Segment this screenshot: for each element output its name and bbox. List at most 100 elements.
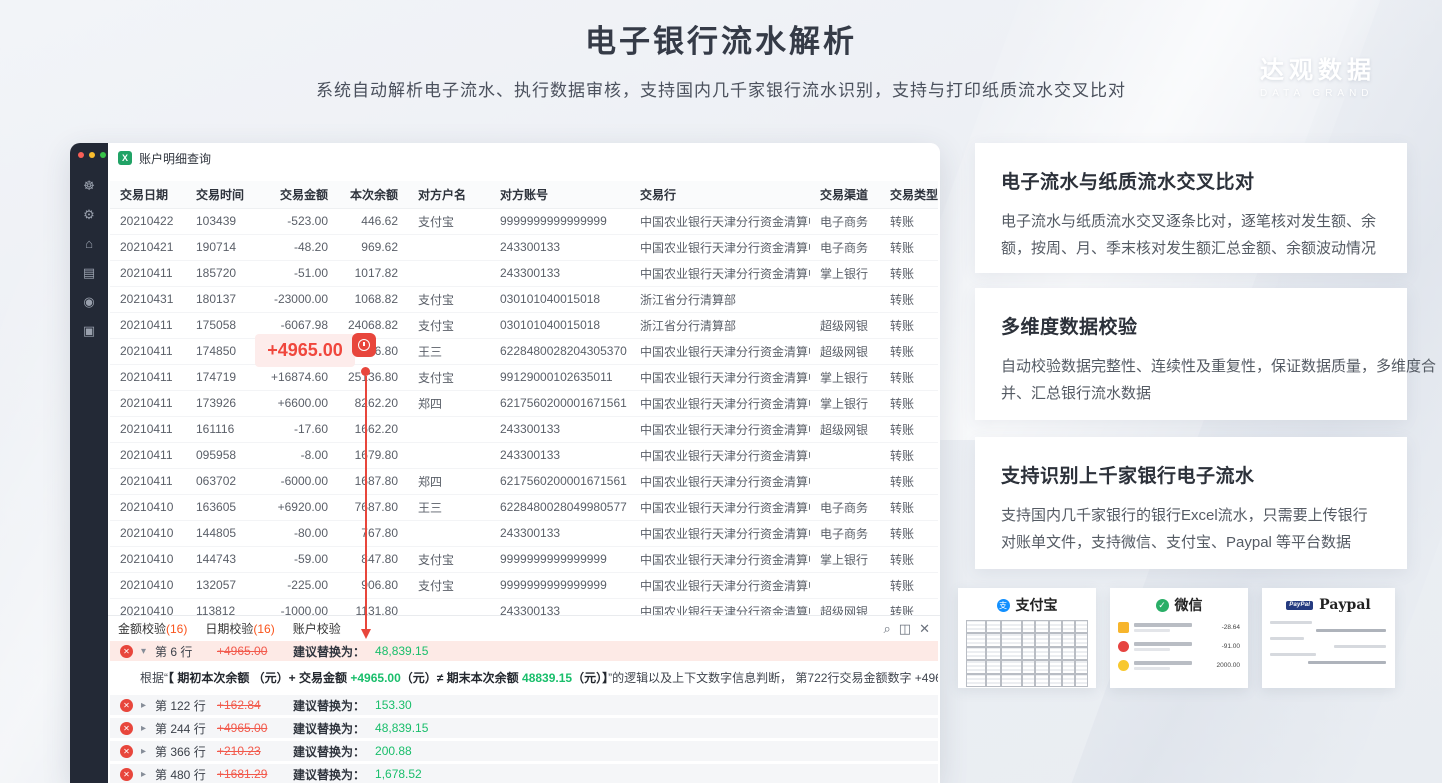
validation-tab[interactable]: 账户校验 [293,620,341,637]
sample-table-cell [1062,674,1075,687]
table-row[interactable]: 20210410132057-225.00906.80支付宝9999999999… [110,572,938,598]
sample-table-cell [1022,660,1035,673]
table-cell: 1662.20 [338,416,408,442]
home-icon[interactable]: ⌂ [79,234,99,254]
helm-icon[interactable]: ☸ [79,176,99,196]
table-row[interactable]: 20210410144805-80.00767.80243300133中国农业银… [110,520,938,546]
table-cell: 浙江省分行清算部 [630,312,810,338]
table-cell: 浙江省分行清算部 [630,286,810,312]
table-cell: 243300133 [490,260,630,286]
table-row[interactable]: 20210421190714-48.20969.62243300133中国农业银… [110,234,938,260]
sample-table-cell [1062,660,1075,673]
sample-table-cell [986,620,1001,633]
sample-table-cell [966,633,986,646]
archive-icon[interactable]: ▣ [79,321,99,341]
caret-right-icon[interactable]: ▸ [141,723,155,734]
original-value: +210.23 [217,744,293,758]
caret-right-icon[interactable]: ▸ [141,746,155,757]
table-row[interactable]: 20210411095958-8.001679.80243300133中国农业银… [110,442,938,468]
feature-card-bank-support: 支持识别上千家银行电子流水 支持国内几千家银行的银行Excel流水，只需要上传银… [975,437,1407,569]
suggest-label: 建议替换为： [293,766,365,783]
wechat-sample-row: -28.64 [1118,622,1240,633]
table-row[interactable]: 20210411161116-17.601662.20243300133中国农业… [110,416,938,442]
sample-table-cell [1049,620,1062,633]
paypal-sample-card: PayPal Paypal [1262,588,1395,688]
table-cell: 中国农业银行天津分行资金清算中心 [630,546,810,572]
table-cell: -225.00 [250,572,338,598]
table-cell: 243300133 [490,416,630,442]
table-cell: 180137 [186,286,250,312]
table-row[interactable]: 20210410163605+6920.007687.80王三622848002… [110,494,938,520]
table-cell [408,520,490,546]
caret-down-icon[interactable]: ▾ [141,646,155,657]
feature-title: 电子流水与纸质流水交叉比对 [1001,167,1381,194]
wechat-amount: 2000.00 [1217,662,1241,669]
sample-table-cell [1075,660,1088,673]
table-row[interactable]: 20210411174719+16874.6025136.80支付宝991290… [110,364,938,390]
sample-table-cell [1022,633,1035,646]
table-cell: 支付宝 [408,572,490,598]
gear-icon[interactable]: ⚙ [79,205,99,225]
original-value: +4965.00 [217,721,293,735]
original-value: +4965.00 [217,644,293,658]
panel-icon[interactable]: ◫ [899,621,911,637]
close-window-button[interactable] [78,152,84,158]
table-row[interactable]: 20210411175058-6067.9824068.82支付宝0301010… [110,312,938,338]
search-icon[interactable]: ⌕ [884,621,891,637]
validation-tab[interactable]: 金额校验(16) [118,620,187,637]
validation-row[interactable]: ✕▸第 244 行+4965.00建议替换为：48,839.15 [110,718,938,738]
table-row[interactable]: 20210431180137-23000.001068.82支付宝0301010… [110,286,938,312]
sample-table-cell [1035,647,1049,660]
validation-tab[interactable]: 日期校验(16) [205,620,274,637]
table-cell: 转账 [880,338,938,364]
validation-row[interactable]: ✕▸第 366 行+210.23建议替换为：200.88 [110,741,938,761]
info-icon[interactable]: ◉ [79,292,99,312]
caret-right-icon[interactable]: ▸ [141,769,155,780]
table-cell: 超级网银 [810,598,880,615]
sample-table-cell [1062,620,1075,633]
tab-account-detail[interactable]: 账户明细查询 [139,150,211,167]
wechat-icon: ✓ [1156,599,1169,612]
table-cell: +16874.60 [250,364,338,390]
wechat-sample-row: -91.00 [1118,641,1240,652]
validation-row[interactable]: ✕▸第 480 行+1681.29建议替换为：1,678.52 [110,764,938,783]
error-icon: ✕ [120,645,133,658]
table-cell: 174719 [186,364,250,390]
caret-right-icon[interactable]: ▸ [141,700,155,711]
table-row[interactable]: 20210410144743-59.00847.80支付宝99999999999… [110,546,938,572]
document-icon[interactable]: ▤ [79,263,99,283]
sample-table-cell [1001,633,1022,646]
sample-table-cell [1075,674,1088,687]
table-row[interactable]: 20210411063702-6000.001687.80郑四621756020… [110,468,938,494]
table-cell: 173926 [186,390,250,416]
table-cell: 王三 [408,338,490,364]
table-cell: 郑四 [408,468,490,494]
error-icon: ✕ [120,722,133,735]
table-row[interactable]: 20210411174850+4965.009136.80王三622848002… [110,338,938,364]
merchant-icon [1118,641,1129,652]
table-row[interactable]: 20210410113812-1000.001131.80243300133中国… [110,598,938,615]
maximize-window-button[interactable] [100,152,106,158]
table-cell: 电子商务 [810,234,880,260]
table-cell: 转账 [880,546,938,572]
table-row[interactable]: 20210411185720-51.001017.82243300133中国农业… [110,260,938,286]
minimize-window-button[interactable] [89,152,95,158]
page-title: 电子银行流水解析 [0,16,1442,61]
coin-icon [1118,660,1129,671]
table-cell: 20210410 [110,546,186,572]
table-row[interactable]: 20210411173926+6600.008262.20郑四621756020… [110,390,938,416]
wechat-sample-row: 2000.00 [1118,660,1240,671]
table-row[interactable]: 20210422103439-523.00446.62支付宝9999999999… [110,208,938,234]
table-header-row: 交易日期交易时间交易金额本次余额对方户名对方账号交易行交易渠道交易类型 [110,181,938,208]
table-cell: 超级网银 [810,338,880,364]
validation-row[interactable]: ✕▸第 122 行+162.84建议替换为：153.30 [110,695,938,715]
table-cell [408,598,490,615]
table-cell: +6920.00 [250,494,338,520]
alipay-sample-table [966,620,1088,687]
sample-table-cell [986,647,1001,660]
table-cell: 转账 [880,468,938,494]
validation-row[interactable]: ✕▾第 6 行+4965.00建议替换为：48,839.15 [110,641,938,661]
table-cell: 8262.20 [338,390,408,416]
table-cell: 847.80 [338,546,408,572]
close-icon[interactable]: ✕ [919,621,930,637]
